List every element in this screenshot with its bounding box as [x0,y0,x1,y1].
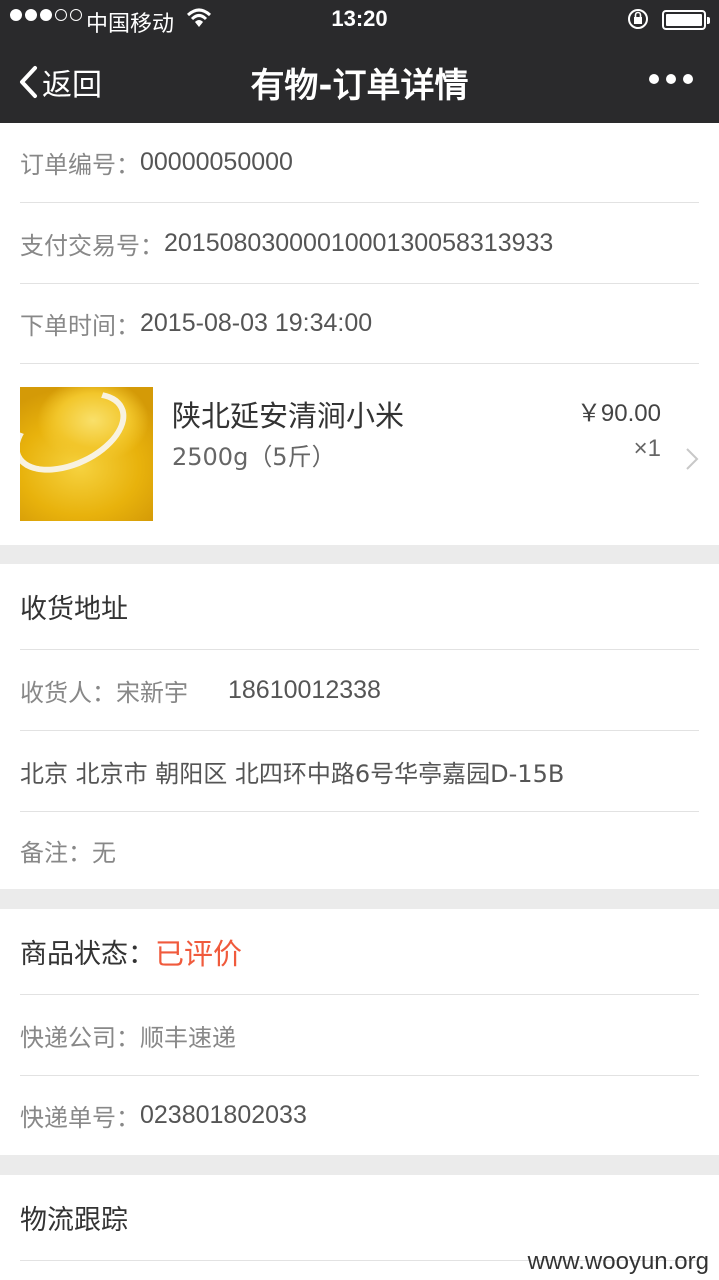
order-number-value: 00000050000 [140,148,293,176]
payment-number-label: 支付交易号： [20,231,164,260]
tracking-number-value: 023801802033 [140,1101,307,1129]
shipping-section: 商品状态： 已评价 快递公司： 顺丰速递 快递单号： 023801802033 [0,909,719,1155]
order-time-label: 下单时间： [20,312,140,340]
full-address: 北京 北京市 朝阳区 北四环中路6号华亭嘉园D-15B [20,731,699,812]
order-number-label: 订单编号： [20,151,140,179]
order-time-value: 2015-08-03 19:34:00 [140,309,373,337]
battery-icon [662,10,710,30]
receiver-phone: 18610012338 [228,675,381,704]
receiver-name: 宋新宇 [116,678,188,707]
product-name: 陕北延安清涧小米 [172,399,405,433]
note-row: 备注： 无 [20,812,699,889]
receiver-label: 收货人： [20,678,116,707]
product-quantity: ×1 [633,435,661,462]
product-status-label: 商品状态： [20,939,155,970]
address-heading: 收货地址 [20,564,699,650]
express-company-label: 快递公司： [20,1023,140,1052]
order-time-row: 下单时间： 2015-08-03 19:34:00 [20,284,699,364]
order-number-row: 订单编号： 00000050000 [20,123,699,203]
receiver-row: 收货人： 宋新宇 18610012338 [20,650,699,731]
order-section: 订单编号： 00000050000 支付交易号： 201508030000100… [0,123,719,545]
watermark: www.wooyun.org [527,1248,709,1275]
status-time: 13:20 [331,6,388,31]
note-value: 无 [92,839,116,867]
chevron-right-icon [686,448,699,470]
payment-number-row: 支付交易号： 2015080300001000130058313933 [20,203,699,284]
address-section: 收货地址 收货人： 宋新宇 18610012338 北京 北京市 朝阳区 北四环… [0,564,719,889]
product-spec: 2500g（5斤） [172,443,336,471]
status-badge: 已评价 [155,936,243,971]
page-title: 有物-订单详情 [250,66,469,106]
tracking-number-label: 快递单号： [20,1104,140,1132]
product-price: ￥90.00 [576,400,661,427]
express-company-row: 快递公司： 顺丰速递 [20,995,699,1076]
note-label: 备注： [20,839,92,867]
millet-product-image [20,387,153,521]
product-status-row: 商品状态： 已评价 [20,909,699,995]
status-bar: 中国移动 13:20 [0,0,719,40]
tracking-number-row: 快递单号： 023801802033 [20,1076,699,1155]
rotation-lock-icon [626,7,650,37]
payment-number-value: 2015080300001000130058313933 [164,228,554,257]
more-dots-icon[interactable] [649,74,693,84]
nav-bar: 返回 有物-订单详情 [0,40,719,123]
express-company-value: 顺丰速递 [140,1023,236,1052]
